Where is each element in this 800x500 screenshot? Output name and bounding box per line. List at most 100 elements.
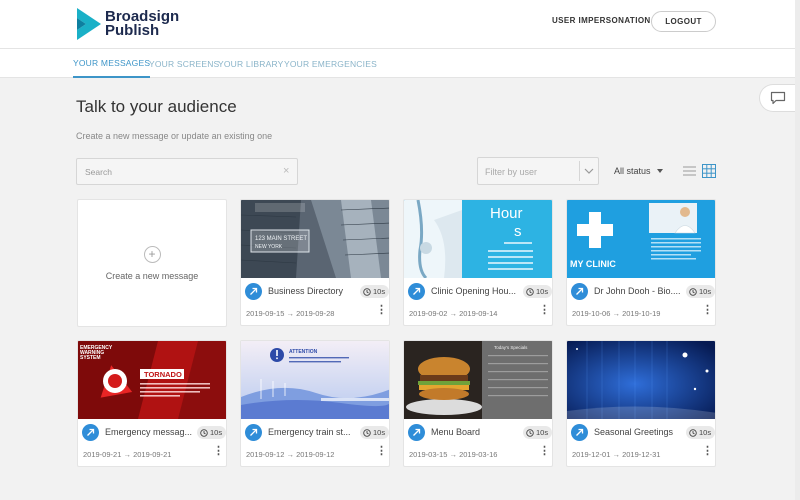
arrow-right-icon: → [286, 309, 294, 318]
main-tabs: YOUR MESSAGES YOUR SCREENS YOUR LIBRARY … [0, 48, 795, 78]
end-date: 2019-09-12 [296, 450, 335, 459]
duration-value: 10s [373, 287, 386, 296]
message-title[interactable]: Clinic Opening Hou... [431, 286, 523, 296]
status-select-value: All status [614, 166, 651, 176]
duration-value: 10s [536, 287, 549, 296]
message-thumbnail: ATTENTION [241, 341, 389, 419]
more-options-icon[interactable]: ⋮ [539, 446, 550, 457]
message-title[interactable]: Emergency train st... [268, 427, 360, 437]
end-date: 2019-10-19 [622, 309, 661, 318]
create-message-card[interactable]: + Create a new message [77, 199, 227, 327]
broadsign-publish-logo[interactable]: Broadsign Publish [77, 8, 179, 40]
page-subtitle: Create a new message or update an existi… [76, 131, 273, 141]
date-range: 2019-12-01 → 2019-12-31 [572, 450, 660, 459]
more-options-icon[interactable]: ⋮ [702, 305, 713, 316]
message-title[interactable]: Emergency messag... [105, 427, 197, 437]
message-card[interactable]: Today's Specials Menu Board 10s 2019-03-… [403, 340, 553, 467]
date-range: 2019-09-15 → 2019-09-28 [246, 309, 334, 318]
thumb-text: SYSTEM [80, 355, 101, 361]
more-options-icon[interactable]: ⋮ [376, 446, 387, 457]
arrow-right-icon: → [612, 309, 620, 318]
date-range: 2019-09-21 → 2019-09-21 [83, 450, 171, 459]
message-card[interactable]: Hour s Clinic Opening Hou... 10s 2019-09… [403, 199, 553, 326]
clock-icon [689, 428, 697, 437]
chat-bubble-icon [770, 91, 785, 105]
end-date: 2019-03-16 [459, 450, 498, 459]
search-input[interactable] [76, 158, 298, 185]
arrow-right-icon: → [286, 450, 294, 459]
logo-text: Broadsign Publish [105, 9, 179, 39]
publish-icon [571, 283, 588, 300]
logout-button[interactable]: LOGOUT [651, 11, 716, 32]
publish-icon [571, 424, 588, 441]
message-card[interactable]: 123 MAIN STREET NEW YORK Business Direct… [240, 199, 390, 326]
tab-your-emergencies[interactable]: YOUR EMERGENCIES [284, 49, 377, 78]
filter-placeholder: Filter by user [485, 167, 538, 177]
caret-down-icon [656, 169, 663, 173]
chevron-down-icon [584, 168, 594, 174]
date-range: 2019-09-12 → 2019-09-12 [246, 450, 334, 459]
message-card[interactable]: Seasonal Greetings 10s 2019-12-01 → 2019… [566, 340, 716, 467]
arrow-right-icon: → [449, 309, 457, 318]
list-view-icon[interactable] [683, 166, 696, 176]
message-card[interactable]: EMERGENCY WARNING SYSTEM TORNADO Emergen… [77, 340, 227, 467]
end-date: 2019-12-31 [622, 450, 661, 459]
duration-badge: 10s [686, 285, 715, 298]
filter-by-user-select[interactable]: Filter by user [477, 157, 599, 185]
top-header: Broadsign Publish USER IMPERSONATION LOG… [0, 0, 795, 48]
logo-line-2: Publish [105, 22, 160, 39]
start-date: 2019-10-06 [572, 309, 611, 318]
duration-badge: 10s [686, 426, 715, 439]
page-scrollbar[interactable] [795, 0, 800, 500]
date-range: 2019-03-15 → 2019-03-16 [409, 450, 497, 459]
more-options-icon[interactable]: ⋮ [376, 305, 387, 316]
status-select[interactable]: All status [614, 166, 663, 176]
tab-your-library[interactable]: YOUR LIBRARY [218, 49, 284, 78]
publish-icon [245, 283, 262, 300]
arrow-right-icon: → [449, 450, 457, 459]
duration-badge: 10s [523, 285, 552, 298]
more-options-icon[interactable]: ⋮ [702, 446, 713, 457]
message-card[interactable]: MY CLINIC Dr John Dooh - Bio.... 10s 201… [566, 199, 716, 326]
message-thumbnail: Hour s [404, 200, 552, 278]
date-range: 2019-09-02 → 2019-09-14 [409, 309, 497, 318]
end-date: 2019-09-28 [296, 309, 335, 318]
message-thumbnail: EMERGENCY WARNING SYSTEM TORNADO [78, 341, 226, 419]
more-options-icon[interactable]: ⋮ [539, 305, 550, 316]
tab-your-messages[interactable]: YOUR MESSAGES [73, 49, 151, 78]
grid-view-icon[interactable] [702, 164, 716, 178]
duration-badge: 10s [360, 426, 389, 439]
message-thumbnail [567, 341, 715, 419]
clock-icon [363, 287, 371, 296]
add-icon: + [143, 245, 161, 263]
duration-badge: 10s [523, 426, 552, 439]
clock-icon [200, 428, 208, 437]
clear-search-icon[interactable]: × [283, 166, 289, 177]
thumb-text: Hour [490, 205, 523, 222]
user-impersonation-link[interactable]: USER IMPERSONATION [552, 16, 651, 25]
publish-icon [245, 424, 262, 441]
duration-value: 10s [373, 428, 386, 437]
more-options-icon[interactable]: ⋮ [213, 446, 224, 457]
thumb-text: ATTENTION [289, 349, 318, 355]
thumb-text: NEW YORK [255, 244, 283, 250]
thumb-text: TORNADO [144, 370, 182, 379]
duration-value: 10s [699, 287, 712, 296]
duration-value: 10s [699, 428, 712, 437]
duration-badge: 10s [197, 426, 226, 439]
logo-mark-icon [77, 8, 101, 40]
duration-value: 10s [536, 428, 549, 437]
start-date: 2019-09-02 [409, 309, 448, 318]
message-title[interactable]: Dr John Dooh - Bio.... [594, 286, 686, 296]
message-title[interactable]: Seasonal Greetings [594, 427, 686, 437]
duration-value: 10s [210, 428, 223, 437]
end-date: 2019-09-14 [459, 309, 498, 318]
tab-your-screens[interactable]: YOUR SCREENS [149, 49, 219, 78]
message-title[interactable]: Menu Board [431, 427, 523, 437]
feedback-button[interactable] [759, 84, 795, 112]
create-message-label: Create a new message [105, 270, 199, 281]
message-card[interactable]: ATTENTION Emergency train st... 10s 2019… [240, 340, 390, 467]
clock-icon [689, 287, 697, 296]
start-date: 2019-09-21 [83, 450, 122, 459]
message-title[interactable]: Business Directory [268, 286, 360, 296]
